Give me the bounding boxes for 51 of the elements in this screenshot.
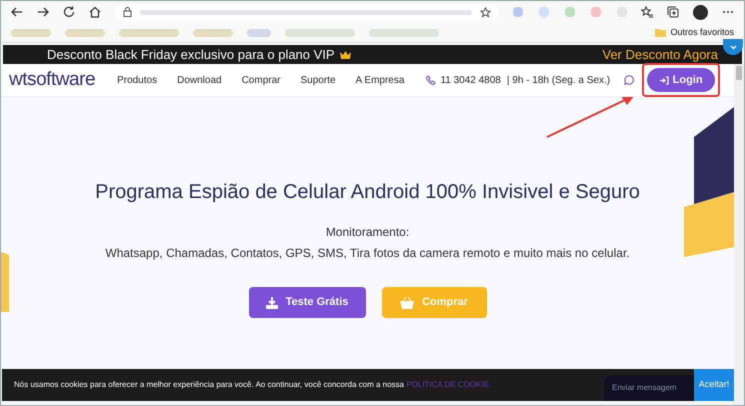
login-button[interactable]: Login <box>647 68 716 92</box>
bookmark-item[interactable] <box>247 28 271 36</box>
promo-link[interactable]: Ver Desconto Agora <box>602 44 718 64</box>
extension-icon[interactable] <box>539 7 549 17</box>
whatsapp-icon[interactable] <box>624 75 634 85</box>
phone-icon <box>426 75 436 85</box>
bookmark-item[interactable] <box>65 28 105 36</box>
lock-icon <box>123 7 132 17</box>
bookmark-item[interactable] <box>11 28 51 36</box>
download-icon <box>266 296 278 308</box>
extension-icon[interactable] <box>565 7 575 17</box>
accept-button[interactable]: Aceitar! <box>694 369 734 401</box>
chevron-down-icon <box>730 44 736 50</box>
extension-icon[interactable] <box>591 7 601 17</box>
collections-icon[interactable] <box>667 6 679 18</box>
decoration-drawing <box>1 252 11 312</box>
nav-link[interactable]: Suporte <box>300 72 336 88</box>
forward-icon[interactable] <box>37 6 49 18</box>
bookmark-item[interactable] <box>119 28 179 36</box>
profile-avatar[interactable] <box>693 4 708 20</box>
bookmark-item[interactable] <box>285 28 355 36</box>
favorites-icon[interactable] <box>641 6 653 18</box>
folder-icon <box>655 28 666 37</box>
bookmark-item[interactable] <box>369 28 439 36</box>
cookie-notice: Nós usamos cookies para oferecer a melhor experiência para você. Ao continuar, você concorda com a nossa POLÍTICA DE COOKIE. <box>14 379 492 391</box>
hero-features: Whatsapp, Chamadas, Contatos, GPS, SMS, Tira fotos da camera remoto e muito mais no celular. <box>105 245 630 262</box>
sign-in-icon <box>660 76 669 84</box>
nav-link[interactable]: A Empresa <box>356 72 404 88</box>
collapse-button[interactable] <box>723 39 743 55</box>
opening-hours: | 9h - 18h (Seg. a Sex.) <box>506 74 610 88</box>
chat-field[interactable]: Enviar mensagem <box>604 375 694 401</box>
logo[interactable]: wtsoftware <box>9 66 96 94</box>
scrollbar[interactable] <box>734 64 744 405</box>
nav-link[interactable]: Produtos <box>117 72 158 88</box>
nav-link[interactable]: Download <box>177 72 222 88</box>
back-icon[interactable] <box>11 6 23 18</box>
basket-icon <box>400 296 414 308</box>
hero-subtitle: Monitoramento: <box>326 224 410 241</box>
reload-icon[interactable] <box>63 6 75 18</box>
nav-link[interactable]: Comprar <box>242 72 280 88</box>
promo-text: Desconto Black Friday exclusivo para o plano VIP <box>47 46 335 64</box>
phone-number[interactable]: 11 3042 4808 <box>440 72 501 88</box>
bookmarks-folder[interactable]: Outros favoritos <box>670 26 734 40</box>
more-icon[interactable] <box>722 10 734 14</box>
home-icon[interactable] <box>89 6 101 18</box>
crown-icon <box>338 50 352 60</box>
bookmark-item[interactable] <box>193 28 233 36</box>
extension-icon[interactable] <box>513 7 523 17</box>
star-icon[interactable] <box>480 6 491 18</box>
free-trial-button[interactable]: Teste Grátis <box>248 287 366 318</box>
hero-title: Programa Espião de Celular Android 100% Invisivel e Seguro <box>95 180 640 205</box>
